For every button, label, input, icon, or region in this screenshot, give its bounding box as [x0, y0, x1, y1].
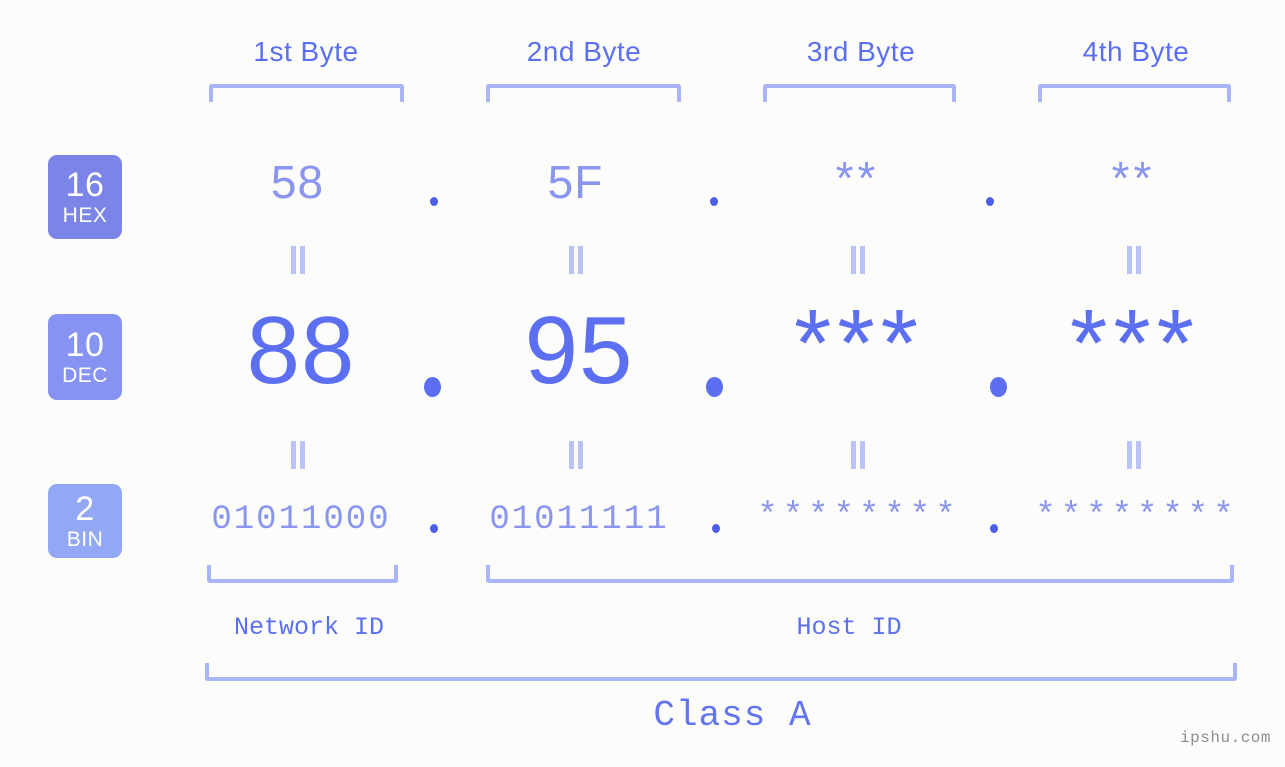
- base-badge-hex-number: 16: [65, 166, 105, 204]
- base-badge-hex: 16 HEX: [48, 155, 122, 239]
- dec-octet-1: 88: [246, 297, 356, 404]
- bin-octet-3: ********: [757, 498, 961, 536]
- byte-bracket-top-3: [763, 84, 956, 102]
- hex-octet-1: 58: [270, 156, 325, 208]
- bin-separator-dot-1: [430, 524, 438, 533]
- byte-header-2: 2nd Byte: [526, 36, 642, 67]
- dec-separator-dot-1: [424, 377, 441, 397]
- bin-separator-dot-2: [712, 524, 720, 533]
- equals-mark-dec-bin-1: [290, 441, 306, 469]
- byte-bracket-top-2: [486, 84, 681, 102]
- base-badge-bin-unit: BIN: [66, 528, 104, 551]
- bin-octet-1: 01011000: [211, 501, 391, 539]
- equals-mark-dec-bin-2: [568, 441, 584, 469]
- network-id-label: Network ID: [233, 613, 385, 642]
- dec-octet-4: ***: [1069, 290, 1201, 397]
- equals-mark-hex-dec-2: [568, 246, 584, 274]
- host-id-label: Host ID: [796, 613, 902, 642]
- host-id-bracket: [486, 565, 1234, 583]
- site-watermark: ipshu.com: [1180, 729, 1271, 747]
- bin-separator-dot-3: [990, 524, 998, 533]
- byte-bracket-top-4: [1038, 84, 1231, 102]
- dec-separator-dot-3: [990, 377, 1007, 397]
- dec-octet-3: ***: [793, 290, 925, 397]
- byte-header-1: 1st Byte: [253, 36, 359, 67]
- hex-separator-dot-3: [986, 197, 994, 206]
- hex-octet-4: **: [1111, 152, 1156, 204]
- base-badge-dec-number: 10: [65, 326, 105, 364]
- base-badge-dec: 10 DEC: [48, 314, 122, 400]
- ip-address-breakdown-diagram: 1st Byte 2nd Byte 3rd Byte 4th Byte 16 H…: [0, 0, 1285, 767]
- equals-mark-hex-dec-4: [1126, 246, 1142, 274]
- equals-mark-hex-dec-3: [850, 246, 866, 274]
- dec-separator-dot-2: [706, 377, 723, 397]
- dec-octet-2: 95: [524, 297, 634, 404]
- base-badge-dec-unit: DEC: [62, 364, 108, 387]
- class-bracket: [205, 663, 1237, 681]
- byte-header-4: 4th Byte: [1082, 36, 1190, 67]
- byte-header-3: 3rd Byte: [806, 36, 916, 67]
- base-badge-bin-number: 2: [75, 490, 95, 528]
- hex-separator-dot-1: [430, 197, 438, 206]
- bin-octet-4: ********: [1035, 498, 1239, 536]
- network-id-bracket: [207, 565, 398, 583]
- equals-mark-dec-bin-3: [850, 441, 866, 469]
- base-badge-hex-unit: HEX: [62, 204, 108, 227]
- equals-mark-dec-bin-4: [1126, 441, 1142, 469]
- byte-bracket-top-1: [209, 84, 404, 102]
- hex-separator-dot-2: [710, 197, 718, 206]
- hex-octet-2: 5F: [547, 156, 604, 208]
- class-label: Class A: [653, 695, 812, 736]
- hex-octet-3: **: [835, 152, 880, 204]
- bin-octet-2: 01011111: [489, 501, 669, 539]
- base-badge-bin: 2 BIN: [48, 484, 122, 558]
- equals-mark-hex-dec-1: [290, 246, 306, 274]
